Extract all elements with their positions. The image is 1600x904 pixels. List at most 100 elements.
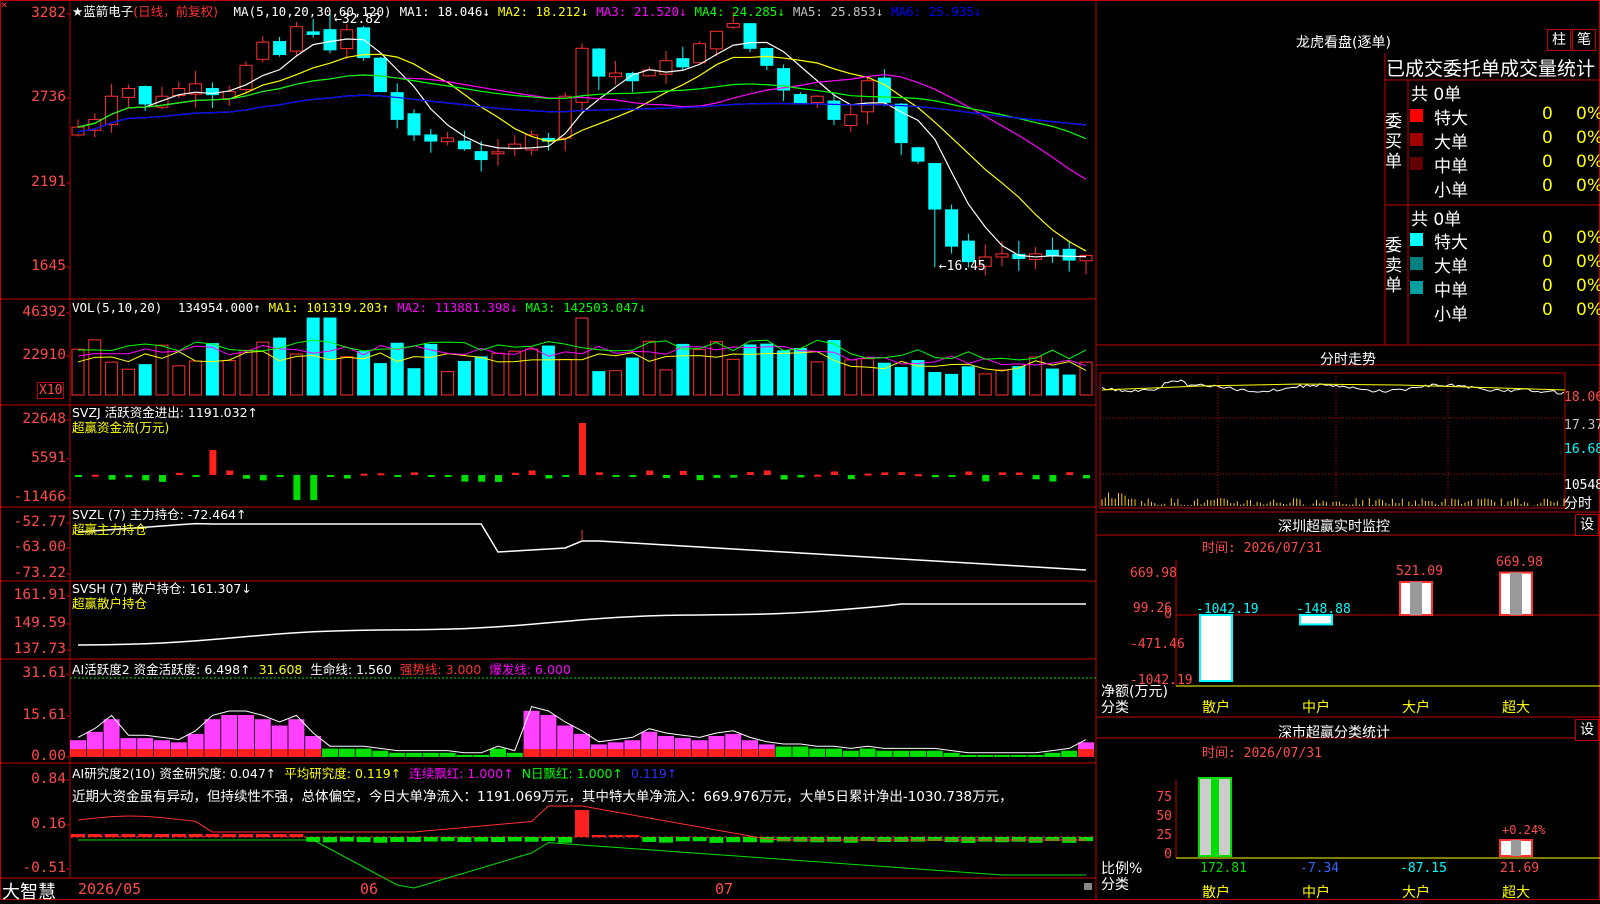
- fund-flow-bar: [915, 474, 922, 477]
- research-bar: [239, 834, 253, 837]
- candle-body: [407, 113, 421, 136]
- research-bar: [474, 837, 489, 842]
- fund-flow-bar: [528, 470, 536, 475]
- row-percent: 0%: [1576, 228, 1600, 248]
- svsh-panel-title: SVSH (7) 散户持仓: 161.307↓ 超赢散户持仓: [72, 581, 252, 611]
- svsh-y-tick: 149.59: [13, 615, 66, 631]
- research-bar: [541, 837, 556, 842]
- ai2-part-2: 连续飘红: 1.000↑: [409, 766, 514, 781]
- lock-icon[interactable]: [1084, 883, 1092, 890]
- fund-flow-bar: [259, 475, 267, 481]
- fund-flow-bar: [713, 475, 721, 478]
- activity-bar: [977, 754, 994, 757]
- fund-flow-bar: [511, 472, 519, 475]
- research-bar: [423, 837, 438, 842]
- monitor-settings-button[interactable]: 设: [1575, 514, 1599, 536]
- research-bar: [323, 837, 337, 843]
- activity-base: [305, 749, 322, 757]
- volume-bar: [138, 364, 152, 396]
- research-signal-line: [78, 839, 1086, 889]
- monitor-y-tick: 669.98: [1130, 566, 1177, 581]
- candle-body: [810, 95, 824, 103]
- monitor-xlabel: 分类: [1101, 700, 1129, 716]
- fund-flow-bar: [75, 475, 82, 477]
- intraday-frame: [1099, 372, 1566, 509]
- activity-base: [1078, 749, 1094, 757]
- candle-body: [105, 95, 119, 126]
- activity-base: [204, 749, 221, 757]
- research-bar: [255, 834, 270, 837]
- candle-body: [609, 72, 623, 78]
- fund-flow-bar: [982, 475, 990, 482]
- fund-flow-bar: [243, 475, 250, 479]
- fund-flow-bar: [427, 475, 435, 478]
- bar-view-button[interactable]: 柱: [1547, 29, 1571, 51]
- close-icon[interactable]: ✕: [1, 0, 11, 10]
- classify-category: 大户: [1402, 885, 1430, 901]
- svzl-subtitle: 超赢主力持仓: [72, 522, 148, 537]
- research-bar: [272, 834, 287, 837]
- candle-body: [1045, 249, 1059, 256]
- research-bar: [373, 837, 388, 843]
- stroke-view-button[interactable]: 笔: [1572, 29, 1596, 51]
- candle-body: [709, 30, 723, 50]
- fund-flow-bar: [864, 473, 872, 476]
- row-count: 0: [1542, 228, 1553, 248]
- research-bar: [877, 837, 892, 842]
- classify-category: 超大: [1502, 885, 1530, 901]
- research-bar: [121, 834, 136, 837]
- sell-row: 小单 0 0%: [1406, 300, 1600, 325]
- intraday-footer: 分时: [1564, 496, 1592, 512]
- fund-flow-bar: [175, 472, 183, 475]
- volume-bar: [491, 352, 505, 396]
- svsh-y-tick: 137.73: [13, 641, 66, 657]
- date-06: 06: [360, 880, 379, 898]
- color-swatch: [1410, 157, 1423, 170]
- activity-base: [557, 749, 574, 757]
- row-count: 0: [1542, 300, 1553, 320]
- candle-body: [457, 140, 471, 150]
- fund-flow-bar: [847, 475, 855, 480]
- intraday-price-mid: 17.37: [1564, 418, 1600, 433]
- fund-flow-bar: [629, 475, 637, 477]
- monitor-y-tick: -471.46: [1130, 637, 1185, 652]
- row-percent: 0%: [1576, 128, 1600, 148]
- volume-bar: [373, 363, 387, 396]
- fund-flow-bar: [377, 473, 385, 476]
- row-label: 大单: [1434, 133, 1468, 153]
- volume-bar: [592, 371, 606, 396]
- classify-annotation: +0.24%: [1502, 823, 1546, 837]
- activity-base: [607, 749, 624, 757]
- color-swatch: [1410, 281, 1423, 294]
- svzj-panel-title: SVZJ 活跃资金进出: 1191.032↑ 超赢资金流(万元): [72, 405, 258, 435]
- ai1-part-0: AI活跃度2 资金活跃度: 6.498↑: [72, 662, 251, 677]
- row-label: 大单: [1434, 257, 1468, 277]
- fund-flow-bar: [495, 475, 502, 482]
- candle-body: [306, 31, 320, 35]
- row-label: 小单: [1434, 305, 1468, 325]
- activity-bar: [842, 750, 859, 757]
- volume-bar: [743, 344, 757, 396]
- activity-bar: [322, 748, 338, 757]
- volume-bar: [508, 350, 522, 396]
- volume-bar: [71, 348, 85, 396]
- research-bar: [558, 837, 573, 843]
- monitor-title: 深圳超赢实时监控: [1278, 519, 1390, 535]
- ma-label-2: MA2: 18.212↓: [497, 4, 589, 19]
- classify-settings-button[interactable]: 设: [1575, 719, 1599, 741]
- volume-bar: [995, 369, 1009, 396]
- fund-flow-bar: [663, 475, 670, 479]
- research-bar: [222, 834, 237, 837]
- classify-y-tick: 25: [1156, 828, 1172, 843]
- volume-bar: [961, 366, 975, 396]
- volume-bar: [609, 370, 623, 396]
- ma-legend: MA(5,10,20,30,60,120) MA1: 18.046↓ MA2: 18…: [226, 4, 982, 19]
- research-bar: [978, 837, 993, 842]
- buy-order-table: 特大 0 0% 大单 0 0% 中单 0 0% 小单 0 0%: [1406, 104, 1600, 201]
- row-label: 中单: [1434, 157, 1468, 177]
- buy-total: 共 0单: [1411, 85, 1462, 105]
- main-y-tick: 3282: [31, 5, 66, 21]
- monitor-time: 时间: 2026/07/31: [1202, 541, 1322, 556]
- monitor-category: 超大: [1502, 700, 1530, 716]
- ai-research-title: AI研究度2(10) 资金研究度: 0.047↑ 平均研究度: 0.119↑ 连续飘…: [72, 763, 677, 782]
